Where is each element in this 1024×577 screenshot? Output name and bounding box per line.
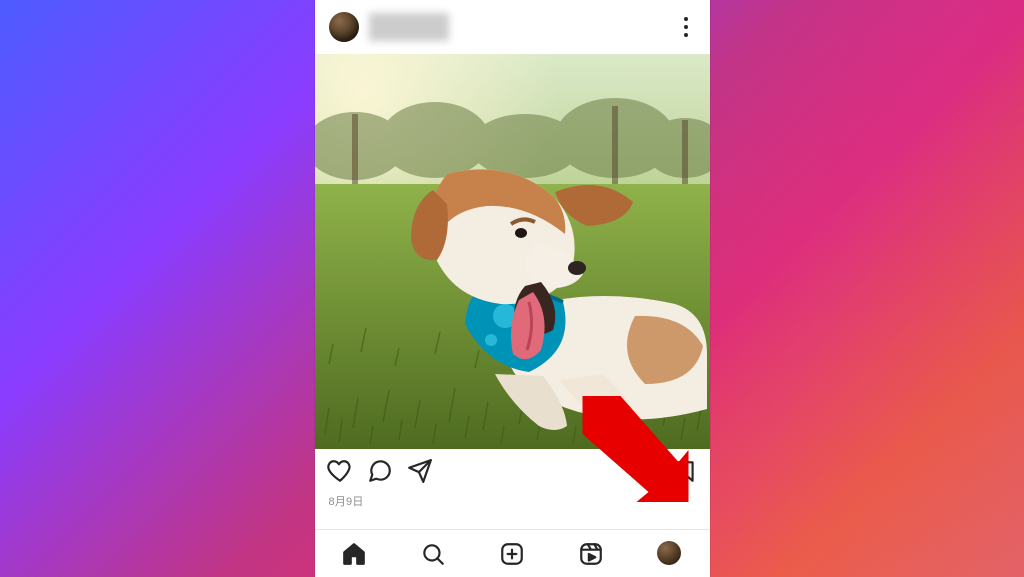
poster-username[interactable] [369, 13, 449, 41]
poster-avatar[interactable] [329, 12, 359, 42]
nav-profile-button[interactable] [657, 541, 683, 567]
nav-reels-button[interactable] [578, 541, 604, 567]
post-header [315, 0, 710, 54]
share-button[interactable] [407, 458, 433, 484]
save-button[interactable] [672, 458, 698, 484]
nav-search-button[interactable] [420, 541, 446, 567]
post-actions [315, 449, 710, 493]
gradient-background: 8月9日 [0, 0, 1024, 577]
profile-avatar-icon [657, 541, 681, 565]
bottom-nav [315, 529, 710, 577]
nav-create-button[interactable] [499, 541, 525, 567]
phone-frame: 8月9日 [315, 0, 710, 577]
dot-icon [684, 33, 688, 37]
post-date: 8月9日 [315, 493, 710, 507]
more-options-button[interactable] [672, 13, 700, 41]
nav-home-button[interactable] [341, 541, 367, 567]
dot-icon [684, 17, 688, 21]
like-button[interactable] [327, 458, 353, 484]
comment-button[interactable] [367, 458, 393, 484]
post-photo[interactable] [315, 54, 710, 449]
dot-icon [684, 25, 688, 29]
